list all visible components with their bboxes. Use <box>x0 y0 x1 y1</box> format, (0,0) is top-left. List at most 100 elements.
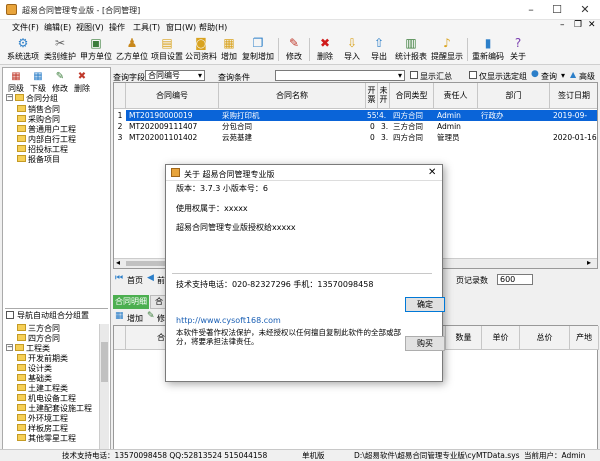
menu-tools[interactable]: 工具(T) <box>133 22 160 33</box>
scrollbar-thumb[interactable] <box>101 342 108 382</box>
copy-add-button[interactable]: ❐ 复制增加 <box>241 35 275 64</box>
menu-help[interactable]: 帮助(H) <box>199 22 227 33</box>
column-header[interactable]: 部门 <box>478 83 550 109</box>
export-icon: ⇧ <box>373 36 385 50</box>
tree-delete-button[interactable]: ✖ 删除 <box>71 71 93 94</box>
tree-scrollbar[interactable] <box>99 324 109 452</box>
tab-contract-detail[interactable]: 合同明细 <box>113 295 149 309</box>
mdi-minimize-icon[interactable]: – <box>560 20 565 30</box>
import-button[interactable]: ⇩ 导入 <box>341 35 363 64</box>
scroll-right-icon[interactable]: ▸ <box>587 258 591 267</box>
menu-file[interactable]: 文件(F) <box>12 22 39 33</box>
tree-node[interactable]: 外环境工程 <box>17 414 68 424</box>
first-page-button[interactable]: 首页 <box>127 275 143 286</box>
edit-button[interactable]: ✎ 修改 <box>283 35 305 64</box>
delete-button[interactable]: ✖ 删除 <box>314 35 336 64</box>
add-button[interactable]: ▦ 增加 <box>218 35 240 64</box>
detail-edit-button[interactable]: 修 <box>157 313 165 324</box>
mdi-restore-icon[interactable]: ❐ <box>574 20 582 30</box>
column-header[interactable]: 产地 <box>570 326 599 350</box>
bell-icon: ♪ <box>443 36 451 50</box>
close-icon[interactable]: ✕ <box>572 0 598 20</box>
cell-code[interactable]: MT202009111407 <box>129 121 219 132</box>
version-text: 版本：3.7.3 小版本号：6 <box>176 184 268 193</box>
tree-node[interactable]: 土建配套设施工程 <box>17 404 92 414</box>
column-header[interactable]: 签订日期 <box>550 83 597 109</box>
query-field-select[interactable]: 合同编号 ▾ <box>145 70 205 81</box>
party-a-button[interactable]: ▣ 甲方单位 <box>79 35 113 64</box>
mdi-close-icon[interactable]: ✕ <box>588 20 596 30</box>
tree-edit-button[interactable]: ✎ 修改 <box>49 71 71 94</box>
cell-value: 0 <box>370 122 375 131</box>
query-condition-select[interactable]: ▾ <box>275 70 405 81</box>
tree-node[interactable]: 内部自行工程 <box>17 135 76 145</box>
menu-view[interactable]: 视图(V) <box>76 22 104 33</box>
maximize-icon[interactable]: ☐ <box>544 0 570 20</box>
tree-node[interactable]: 采购合同 <box>17 115 60 125</box>
about-button[interactable]: ? 关于 <box>507 35 529 64</box>
show-selected-group-checkbox[interactable] <box>469 71 477 79</box>
cell-dept <box>481 121 549 132</box>
export-button[interactable]: ⇧ 导出 <box>368 35 390 64</box>
child-button[interactable]: ▦ 下级 <box>27 71 49 94</box>
column-header[interactable]: 责任人 <box>434 83 478 109</box>
folder-icon <box>17 145 26 152</box>
category-button[interactable]: ✂ 类别维护 <box>43 35 77 64</box>
company-info-button[interactable]: ◙ 公司资料 <box>184 35 218 64</box>
reminder-button[interactable]: ♪ 提醒显示 <box>430 35 464 64</box>
menu-window[interactable]: 窗口(W) <box>166 22 196 33</box>
column-header[interactable]: 单价 <box>482 326 520 350</box>
tree-node[interactable]: − 工程类 <box>6 344 50 354</box>
close-icon[interactable]: ✕ <box>428 167 436 178</box>
folder-icon: ▤ <box>161 36 173 50</box>
tree-node[interactable]: 开发前期类 <box>17 354 68 364</box>
system-options-button[interactable]: ⚙ 系统选项 <box>6 35 40 64</box>
menu-action[interactable]: 操作 <box>109 22 125 33</box>
column-header[interactable]: 合同编号 <box>126 83 219 109</box>
app-icon <box>6 4 17 15</box>
minimize-icon[interactable]: – <box>518 0 544 20</box>
sibling-button[interactable]: ▦ 同级 <box>5 71 27 94</box>
cell-code[interactable]: MT202001101402 <box>129 132 219 143</box>
tree-node[interactable]: 报备项目 <box>17 155 60 165</box>
chevron-down-icon[interactable]: ▾ <box>561 71 565 80</box>
show-summary-checkbox[interactable] <box>410 71 418 79</box>
project-settings-button[interactable]: ▤ 项目设置 <box>150 35 184 64</box>
recode-button[interactable]: ▮ 重新编码 <box>471 35 505 64</box>
column-header[interactable]: 未开 <box>378 83 390 109</box>
tree-node[interactable]: 招投标工程 <box>17 145 68 155</box>
collapse-icon[interactable]: − <box>6 94 13 101</box>
column-header[interactable]: 数量 <box>446 326 482 350</box>
tree-node[interactable]: 样板房工程 <box>17 424 68 434</box>
tree-node[interactable]: 机电设备工程 <box>17 394 76 404</box>
cell-name[interactable]: 云苑基建 <box>222 132 362 143</box>
report-button[interactable]: ▥ 统计报表 <box>394 35 428 64</box>
cell-name[interactable]: 分包合同 <box>222 121 362 132</box>
tree-node[interactable]: 四方合同 <box>17 334 60 344</box>
tree-node[interactable]: 三方合同 <box>17 324 60 334</box>
tree-node[interactable]: 土建工程类 <box>17 384 68 394</box>
column-header[interactable]: 开票 <box>366 83 378 109</box>
tree-node[interactable]: 基础类 <box>17 374 52 384</box>
prev-page-button[interactable]: 前 <box>157 275 165 286</box>
tree-node[interactable]: 销售合同 <box>17 105 60 115</box>
scroll-left-icon[interactable]: ◂ <box>116 258 120 267</box>
advanced-button[interactable]: 高级 <box>579 71 595 82</box>
column-header[interactable]: 合同类型 <box>390 83 434 109</box>
column-header[interactable]: 合同名称 <box>219 83 366 109</box>
buy-button[interactable]: 购买 <box>405 336 445 351</box>
tree-node[interactable]: 设计类 <box>17 364 52 374</box>
detail-add-button[interactable]: 增加 <box>127 313 143 324</box>
collapse-icon[interactable]: − <box>6 344 13 351</box>
tree-node[interactable]: − 合同分组 <box>6 94 58 104</box>
menu-edit[interactable]: 编辑(E) <box>44 22 71 33</box>
query-button[interactable]: 查询 <box>541 71 557 82</box>
party-b-button[interactable]: ♟ 乙方单位 <box>115 35 149 64</box>
website-link[interactable]: http://www.cysoft168.com <box>176 316 281 325</box>
column-header[interactable]: 总价 <box>520 326 570 350</box>
page-size-input[interactable]: 600 <box>497 274 533 285</box>
auto-group-checkbox[interactable] <box>6 311 14 319</box>
tree-node[interactable]: 普通用户工程 <box>17 125 76 135</box>
tree-node[interactable]: 其他零星工程 <box>17 434 76 444</box>
ok-button[interactable]: 确定 <box>405 297 445 312</box>
